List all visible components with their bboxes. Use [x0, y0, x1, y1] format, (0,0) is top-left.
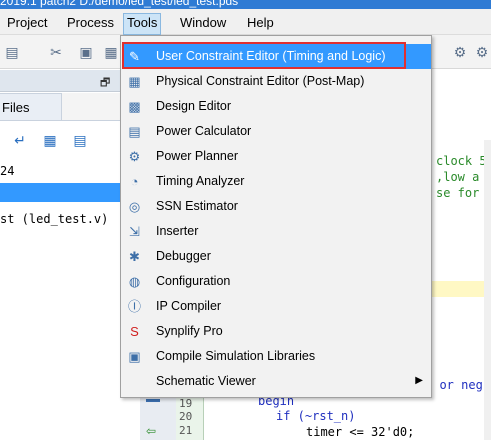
- menu-item-label: Synplify Pro: [156, 324, 223, 338]
- menu-help[interactable]: Help: [244, 14, 277, 34]
- tree-selected-row[interactable]: [0, 183, 120, 202]
- gauge-icon: ◎: [128, 199, 141, 214]
- gear-icon[interactable]: ⚙: [474, 44, 490, 60]
- highlight-annotation-box: [122, 42, 406, 69]
- menu-item-timing-analyzer[interactable]: ◔ Timing Analyzer: [122, 169, 431, 194]
- paste-icon[interactable]: ▦: [103, 44, 119, 60]
- ip-icon: Ⓘ: [127, 299, 141, 314]
- calculator-icon: ▤: [128, 124, 141, 139]
- copy-icon[interactable]: ▣: [78, 44, 94, 60]
- menu-item-label: Power Planner: [156, 149, 238, 163]
- back-arrow-icon[interactable]: ↵: [12, 132, 28, 148]
- code-line: t or neg: [425, 378, 483, 392]
- menu-item-ssn-estimator[interactable]: ◎ SSN Estimator: [122, 194, 431, 219]
- cut-icon[interactable]: ✂: [48, 44, 64, 60]
- menu-item-inserter[interactable]: ⇲ Inserter: [122, 219, 431, 244]
- menu-tools[interactable]: Tools: [123, 13, 162, 35]
- panel-header: 🗗: [0, 70, 120, 92]
- code-line: timer <= 32'd0;: [306, 425, 415, 439]
- gutter-arrow-icon: ⇦: [146, 424, 157, 438]
- window-title: 2019.1 patch2 D:/demo/led_test/led_test.…: [0, 0, 239, 8]
- menu-item-ip-compiler[interactable]: Ⓘ IP Compiler: [122, 294, 431, 319]
- menu-item-label: Debugger: [156, 249, 211, 263]
- menu-item-label: Configuration: [156, 274, 231, 288]
- menu-item-label: IP Compiler: [156, 299, 222, 313]
- editor-gutter: ⇦: [140, 395, 176, 440]
- menu-window[interactable]: Window: [177, 14, 229, 34]
- chip-grid-icon: ▦: [128, 74, 141, 89]
- menu-bar: Project Process Tools Window Help: [0, 9, 491, 35]
- tab-files-label: Files: [2, 100, 30, 115]
- menu-project[interactable]: Project: [4, 14, 50, 34]
- menu-item-label: Schematic Viewer: [156, 374, 256, 388]
- clock-gear-icon: ◔: [130, 174, 139, 189]
- code-comment-line: se for: [436, 186, 480, 200]
- menu-item-label: Design Editor: [156, 99, 232, 113]
- menu-process[interactable]: Process: [64, 14, 117, 34]
- line-number: 21: [179, 424, 193, 437]
- menu-item-label: Physical Constraint Editor (Post-Map): [156, 74, 365, 88]
- menu-item-label: SSN Estimator: [156, 199, 238, 213]
- synplify-icon: S: [130, 324, 139, 339]
- save-icon[interactable]: ▤: [4, 44, 20, 60]
- menu-item-label: Compile Simulation Libraries: [156, 349, 316, 363]
- gutter-marker: [146, 399, 160, 402]
- tree-item-number: 24: [0, 164, 15, 178]
- chart-icon: ▣: [128, 349, 141, 364]
- menu-item-compile-simulation-libraries[interactable]: ▣ Compile Simulation Libraries: [122, 344, 431, 369]
- menu-item-synplify-pro[interactable]: S Synplify Pro: [122, 319, 431, 344]
- tools-dropdown-menu: ✎ User Constraint Editor (Timing and Log…: [120, 35, 432, 398]
- menu-item-physical-constraint-editor[interactable]: ▦ Physical Constraint Editor (Post-Map): [122, 69, 431, 94]
- design-grid-icon: ▩: [128, 99, 141, 114]
- menu-item-debugger[interactable]: ✱ Debugger: [122, 244, 431, 269]
- menu-item-configuration[interactable]: ◍ Configuration: [122, 269, 431, 294]
- menu-item-design-editor[interactable]: ▩ Design Editor: [122, 94, 431, 119]
- submenu-arrow-icon: ▶: [415, 375, 423, 386]
- panel-toolbar: ↵ ▦ ▤: [0, 122, 120, 158]
- editor-scrollbar[interactable]: [484, 140, 491, 440]
- pin-icon[interactable]: 🗗: [100, 74, 110, 93]
- menu-item-label: Inserter: [156, 224, 199, 238]
- tab-files[interactable]: Files: [0, 93, 62, 121]
- globe-icon: ◍: [128, 274, 141, 289]
- line-numbers: 19 20 21: [176, 395, 204, 440]
- menu-item-power-planner[interactable]: ⚙ Power Planner: [122, 144, 431, 169]
- tab-strip: [62, 93, 120, 121]
- menu-item-label: Power Calculator: [156, 124, 252, 138]
- bug-icon: ✱: [129, 249, 140, 264]
- menu-item-label: Timing Analyzer: [156, 174, 245, 188]
- tree-item-file[interactable]: st (led_test.v): [0, 212, 108, 226]
- menu-item-power-calculator[interactable]: ▤ Power Calculator: [122, 119, 431, 144]
- line-number: 20: [179, 410, 193, 423]
- code-comment-line: clock 5: [436, 154, 487, 168]
- code-comment-line: ,low a: [436, 170, 480, 184]
- current-line-highlight: [431, 281, 491, 297]
- inserter-icon: ⇲: [129, 224, 140, 239]
- code-line: if (~rst_n): [276, 409, 356, 423]
- title-bar: 2019.1 patch2 D:/demo/led_test/led_test.…: [0, 0, 491, 9]
- menu-item-schematic-viewer[interactable]: Schematic Viewer ▶: [122, 369, 431, 394]
- new-file-icon[interactable]: ▤: [72, 132, 88, 148]
- add-file-icon[interactable]: ▦: [42, 132, 58, 148]
- power-gear-icon: ⚙: [128, 149, 141, 164]
- line-number: 19: [179, 397, 193, 410]
- settings-icon[interactable]: ⚙: [452, 44, 468, 60]
